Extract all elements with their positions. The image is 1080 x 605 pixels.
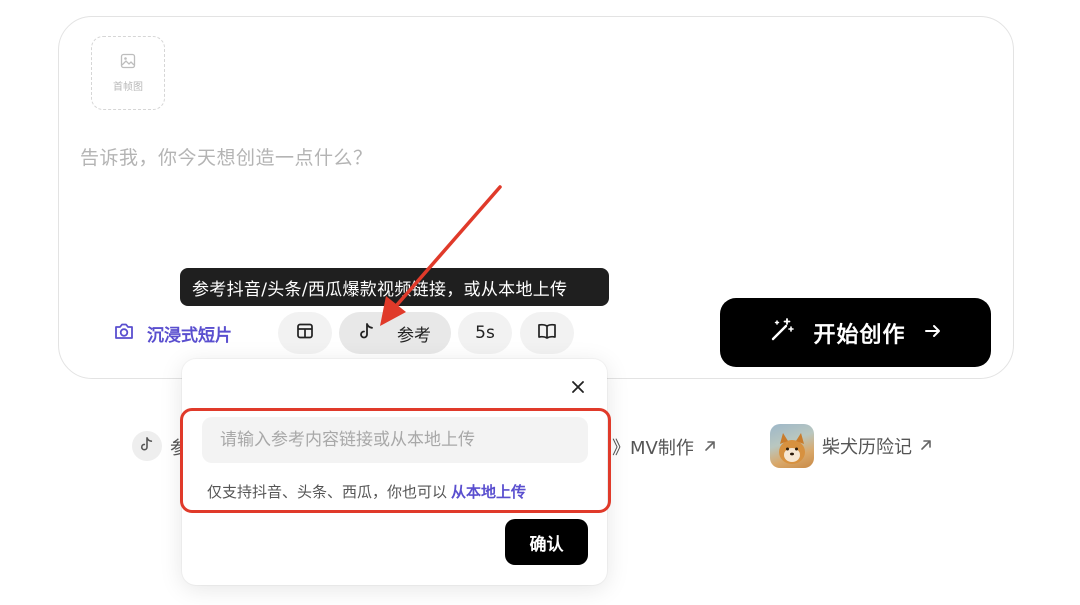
layout-icon: [296, 322, 314, 345]
prompt-input[interactable]: 告诉我，你今天想创造一点什么？: [80, 143, 373, 170]
reference-label: 参考: [397, 325, 431, 346]
shiba-chip-label: 柴犬历险记: [822, 437, 912, 458]
tooltip-text: 参考抖音/头条/西瓜爆款视频链接，或从本地上传: [192, 279, 568, 300]
arrow-up-right-icon: [704, 438, 716, 456]
suggestion-ref-chip-icon[interactable]: [132, 431, 162, 461]
layout-button[interactable]: [278, 312, 332, 354]
duration-label: 5s: [475, 323, 495, 343]
arrow-right-icon: [924, 320, 942, 345]
close-icon: [571, 379, 585, 398]
image-icon: [120, 53, 136, 72]
tiktok-icon: [359, 322, 375, 345]
camera-icon: [113, 321, 135, 346]
arrow-up-right-icon: [920, 437, 932, 455]
magic-wand-icon: [769, 317, 795, 349]
close-button[interactable]: [567, 377, 589, 399]
confirm-button[interactable]: 确认: [505, 519, 588, 565]
shiba-thumbnail: [770, 424, 814, 468]
page: 首帧图 告诉我，你今天想创造一点什么？ 参考抖音/头条/西瓜爆款视频链接，或从本…: [0, 0, 1080, 605]
start-button-label: 开始创作: [813, 322, 906, 348]
mode-label: 沉浸式短片: [147, 325, 232, 346]
reference-tooltip: 参考抖音/头条/西瓜爆款视频链接，或从本地上传: [180, 268, 609, 306]
first-frame-upload[interactable]: 首帧图: [91, 36, 165, 110]
tiktok-icon: [140, 436, 154, 456]
suggestion-shiba-chip[interactable]: 柴犬历险记: [770, 424, 932, 468]
start-create-button[interactable]: 开始创作: [720, 298, 991, 367]
book-icon: [537, 322, 557, 345]
immersive-short-mode[interactable]: 沉浸式短片: [113, 319, 232, 347]
suggestion-mv-chip[interactable]: 》MV制作: [612, 434, 716, 460]
first-frame-label: 首帧图: [113, 82, 143, 93]
annotation-highlight-box: [180, 408, 611, 513]
duration-button[interactable]: 5s: [458, 312, 512, 354]
reference-button[interactable]: 参考: [339, 312, 451, 354]
mv-chip-label: 》MV制作: [612, 438, 694, 459]
book-button[interactable]: [520, 312, 574, 354]
